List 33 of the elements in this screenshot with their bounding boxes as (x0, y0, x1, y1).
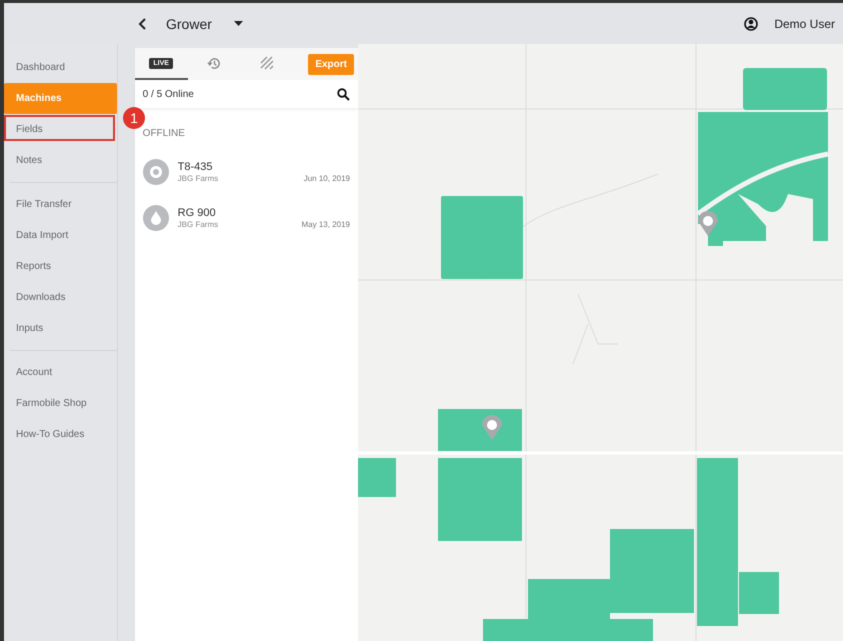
sidebar-item[interactable]: Dashboard (4, 52, 117, 83)
user-icon[interactable] (744, 16, 758, 30)
sidebar-item[interactable]: Data Import (4, 220, 117, 251)
date-label: May 13, 2019 (302, 220, 350, 229)
sidebar-item[interactable]: Machines (4, 83, 117, 114)
history-icon (206, 56, 222, 70)
sidebar-item[interactable]: Account (4, 357, 117, 388)
drop-icon (142, 205, 169, 231)
sidebar-item[interactable]: Inputs (4, 313, 117, 344)
caret-icon[interactable] (234, 21, 243, 26)
machine-item[interactable]: RG 900 JBG Farms May 13, 2019 (134, 199, 358, 237)
sidebar-item[interactable]: Downloads (4, 282, 117, 313)
machine-name: T8-435 (178, 161, 214, 173)
grower-title[interactable]: Grower (166, 16, 212, 32)
farm-name: JBG Farms (178, 174, 220, 183)
machine-name: RG 900 (178, 207, 217, 219)
sidebar-item[interactable]: Fields (4, 114, 117, 145)
sidebar-item[interactable]: Farmobile Shop (4, 388, 117, 419)
sidebar-item[interactable]: Notes (4, 145, 117, 176)
machine-item[interactable]: T8-435 JBG Farms Jun 10, 2019 (134, 153, 358, 191)
date-label: Jun 10, 2019 (304, 174, 350, 183)
hatch-icon (260, 56, 274, 70)
sidebar-item[interactable]: File Transfer (4, 189, 117, 220)
sidebar-item[interactable]: How-To Guides (4, 419, 117, 450)
online-count: 0 / 5 Online (142, 88, 194, 100)
user-name[interactable]: Demo User (774, 16, 835, 30)
target-icon (142, 159, 169, 185)
search-icon[interactable] (337, 88, 350, 100)
export-button[interactable]: Export (308, 54, 354, 74)
farm-name: JBG Farms (178, 220, 220, 229)
section-heading: OFFLINE (142, 127, 186, 141)
sidebar-item[interactable]: Reports (4, 251, 117, 282)
step-number-badge: 1 (123, 107, 145, 129)
